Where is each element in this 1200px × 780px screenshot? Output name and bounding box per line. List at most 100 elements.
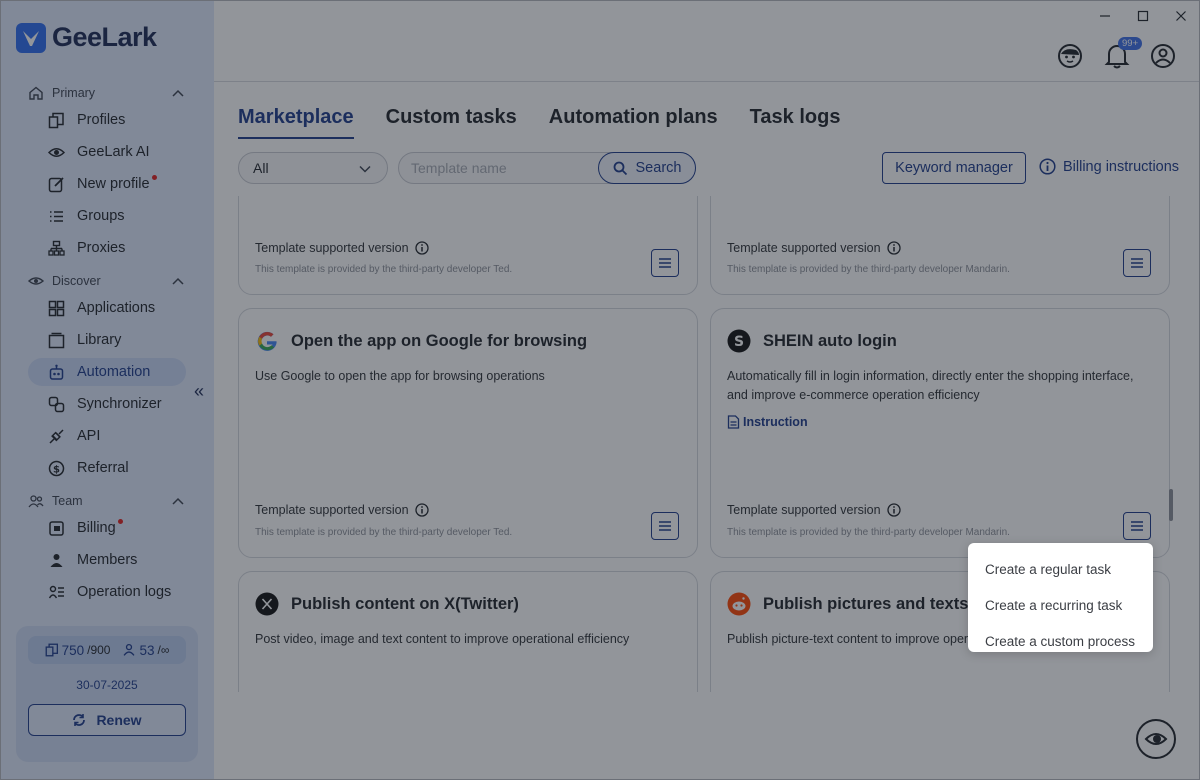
category-select[interactable]: All <box>238 152 388 184</box>
template-card-x-publish[interactable]: Publish content on X(Twitter) Post video… <box>238 571 698 692</box>
supported-version: Template supported version <box>727 503 901 517</box>
chevron-up-icon[interactable] <box>172 494 184 508</box>
template-card-shein-login[interactable]: S SHEIN auto login Automatically fill in… <box>710 308 1170 558</box>
sidebar-item-label: Synchronizer <box>77 396 162 412</box>
sidebar-item-api[interactable]: API <box>28 422 186 450</box>
info-icon[interactable] <box>886 503 901 517</box>
sidebar-item-applications[interactable]: Applications <box>28 294 186 322</box>
sidebar-item-new-profile[interactable]: New profile <box>28 170 186 198</box>
sidebar-item-groups[interactable]: Groups <box>28 202 186 230</box>
template-card[interactable]: Template supported version This template… <box>710 196 1170 295</box>
shein-logo-icon: S <box>727 329 751 353</box>
sidebar-item-members[interactable]: Members <box>28 546 186 574</box>
support-avatar-icon[interactable] <box>1056 42 1084 75</box>
app-logo[interactable]: GeeLark <box>16 22 157 53</box>
expiry-date: 30-07-2025 <box>76 678 138 692</box>
google-logo-icon <box>257 331 277 351</box>
refresh-icon <box>73 714 86 726</box>
template-card[interactable]: Template supported version This template… <box>238 196 698 295</box>
tab-automation-plans[interactable]: Automation plans <box>549 106 718 139</box>
sidebar-item-billing[interactable]: Billing <box>28 514 186 542</box>
chevron-up-icon[interactable] <box>172 274 184 288</box>
menu-lines-icon <box>1131 258 1143 268</box>
discover-eye-icon <box>28 277 44 285</box>
sidebar-item-label: Groups <box>77 208 125 224</box>
sidebar-item-operation-logs[interactable]: Operation logs <box>28 578 186 606</box>
template-card-google-browse[interactable]: Open the app on Google for browsing Use … <box>238 308 698 558</box>
close-button[interactable] <box>1162 0 1200 32</box>
tab-custom-tasks[interactable]: Custom tasks <box>386 106 517 139</box>
sidebar-item-referral[interactable]: $ Referral <box>28 454 186 482</box>
sidebar-item-profiles[interactable]: Profiles <box>28 106 186 134</box>
header-divider <box>214 81 1200 82</box>
sidebar-item-label: Operation logs <box>77 584 172 600</box>
keyword-manager-button[interactable]: Keyword manager <box>882 152 1026 184</box>
menu-lines-icon <box>1131 521 1143 531</box>
sidebar-item-geelark-ai[interactable]: GeeLark AI <box>28 138 186 166</box>
supported-version-label: Template supported version <box>255 241 409 255</box>
sidebar-item-label: Applications <box>77 300 156 316</box>
profiles-icon <box>48 112 64 128</box>
main-scrollbar[interactable] <box>1169 489 1173 521</box>
profiles-icon <box>45 643 58 657</box>
sidebar-item-proxies[interactable]: Proxies <box>28 234 186 262</box>
card-title: Publish pictures and texts on <box>727 592 993 616</box>
instruction-link[interactable]: Instruction <box>727 415 808 429</box>
apps-grid-icon <box>48 300 65 316</box>
minimize-button[interactable] <box>1086 0 1124 32</box>
search-icon <box>613 161 627 175</box>
sidebar-item-label: Proxies <box>77 240 126 256</box>
tab-marketplace[interactable]: Marketplace <box>238 106 354 139</box>
quota-summary: 750/900 53/∞ <box>28 636 186 664</box>
info-icon[interactable] <box>414 241 429 255</box>
user-icon <box>124 643 135 656</box>
assistant-helper-button[interactable] <box>1136 719 1176 759</box>
menu-item-regular-task[interactable]: Create a regular task <box>968 551 1153 587</box>
card-title: Open the app on Google for browsing <box>255 329 587 353</box>
chevron-up-icon[interactable] <box>172 86 184 100</box>
card-title: Publish content on X(Twitter) <box>255 592 519 616</box>
collapse-sidebar-icon[interactable]: « <box>194 381 204 402</box>
sidebar-item-synchronizer[interactable]: Synchronizer <box>28 390 186 418</box>
tab-task-logs[interactable]: Task logs <box>750 106 841 139</box>
card-menu-button[interactable] <box>1123 249 1151 277</box>
section-discover[interactable]: Discover <box>28 273 184 289</box>
profiles-used: 750 <box>61 642 85 658</box>
card-menu-button[interactable] <box>1123 512 1151 540</box>
card-menu-button[interactable] <box>651 512 679 540</box>
notification-bell-icon[interactable]: 99+ <box>1104 37 1143 75</box>
sidebar-item-library[interactable]: Library <box>28 326 186 354</box>
provider-note: This template is provided by the third-p… <box>255 527 513 538</box>
renew-button[interactable]: Renew <box>28 704 186 736</box>
create-task-menu: Create a regular task Create a recurring… <box>968 543 1153 652</box>
supported-version-label: Template supported version <box>727 241 881 255</box>
card-description: Automatically fill in login information,… <box>727 369 1134 402</box>
home-icon <box>29 86 43 100</box>
template-search-input[interactable] <box>411 153 601 183</box>
members-total: /∞ <box>157 643 170 657</box>
account-avatar-icon[interactable] <box>1150 43 1176 74</box>
card-menu-button[interactable] <box>651 249 679 277</box>
notification-dot <box>117 518 123 524</box>
profile-quota: 750/900 <box>45 642 110 658</box>
billing-instructions-link[interactable]: Billing instructions <box>1039 158 1179 175</box>
provider-note: This template is provided by the third-p… <box>727 264 1010 275</box>
info-icon[interactable] <box>886 241 901 255</box>
renew-label: Renew <box>96 712 142 728</box>
card-description: Post video, image and text content to im… <box>255 632 630 646</box>
header-actions: 99+ <box>1056 37 1176 75</box>
sidebar-item-automation[interactable]: Automation <box>28 358 186 386</box>
section-primary[interactable]: Primary <box>28 85 184 101</box>
menu-item-recurring-task[interactable]: Create a recurring task <box>968 587 1153 623</box>
sidebar-item-label: GeeLark AI <box>77 144 150 160</box>
section-title: Team <box>52 494 83 508</box>
ai-eye-icon <box>48 147 65 157</box>
sidebar: GeeLark Primary Profiles GeeLark AI New … <box>0 0 214 780</box>
search-button[interactable]: Search <box>598 152 696 184</box>
menu-item-custom-process[interactable]: Create a custom process <box>968 623 1153 659</box>
maximize-button[interactable] <box>1124 0 1162 32</box>
sidebar-item-label: New profile <box>77 176 150 192</box>
info-icon[interactable] <box>414 503 429 517</box>
section-team[interactable]: Team <box>28 493 184 509</box>
card-title-text: Publish pictures and texts on <box>763 594 994 613</box>
